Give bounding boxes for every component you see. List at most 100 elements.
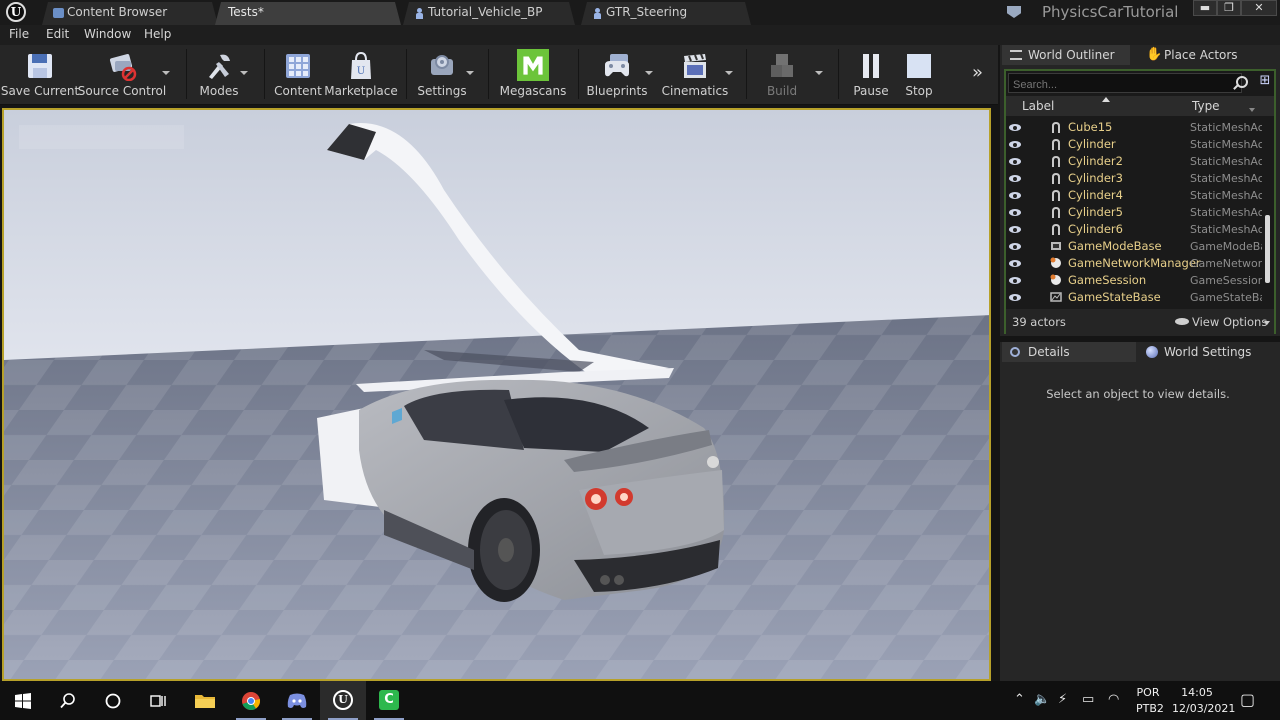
- stop-button[interactable]: Stop: [900, 45, 938, 103]
- megascans-label: Megascans: [499, 84, 567, 98]
- maximize-button[interactable]: ❐: [1217, 0, 1241, 16]
- display-icon[interactable]: ▭: [1082, 692, 1094, 707]
- tab-tutorial-vehicle-bp[interactable]: Tutorial_Vehicle_BP: [403, 2, 575, 25]
- details-label: Details: [1028, 345, 1070, 359]
- build-dropdown[interactable]: [815, 71, 823, 75]
- tab-place-actors[interactable]: ✋ Place Actors: [1138, 45, 1268, 65]
- cinematics-dropdown[interactable]: [725, 71, 733, 75]
- modes-dropdown[interactable]: [240, 71, 248, 75]
- list-item[interactable]: Cylinder4 StaticMeshAc: [1006, 187, 1274, 204]
- actor-type: GameNetwork: [1190, 257, 1262, 270]
- place-actors-label: Place Actors: [1164, 48, 1238, 62]
- list-item[interactable]: Cylinder StaticMeshAc: [1006, 136, 1274, 153]
- settings-button[interactable]: Settings: [417, 45, 467, 103]
- list-item[interactable]: Cube15 StaticMeshAc: [1006, 119, 1274, 136]
- visibility-eye-icon[interactable]: [1009, 294, 1021, 301]
- marketplace-button[interactable]: U Marketplace: [324, 45, 398, 103]
- network-icon[interactable]: ◠: [1108, 692, 1119, 707]
- level-viewport[interactable]: [2, 108, 991, 681]
- megascans-button[interactable]: Megascans: [500, 45, 566, 103]
- source-control-dropdown[interactable]: [162, 71, 170, 75]
- toolbar-separator: [578, 49, 579, 99]
- blueprints-button[interactable]: Blueprints: [586, 45, 648, 103]
- visibility-eye-icon[interactable]: [1009, 260, 1021, 267]
- settings-dropdown[interactable]: [466, 71, 474, 75]
- tab-world-outliner[interactable]: World Outliner: [1002, 45, 1130, 65]
- actor-count: 39 actors: [1012, 315, 1066, 329]
- tab-gtr-steering[interactable]: GTR_Steering: [581, 2, 751, 25]
- static-mesh-icon: [1052, 224, 1060, 235]
- menu-edit[interactable]: Edit: [46, 27, 69, 41]
- visibility-eye-icon[interactable]: [1009, 175, 1021, 182]
- cinematics-button[interactable]: Cinematics: [662, 45, 728, 103]
- visibility-eye-icon[interactable]: [1009, 277, 1021, 284]
- list-item[interactable]: GameNetworkManager GameNetwork: [1006, 255, 1274, 272]
- clock[interactable]: 14:05 12/03/2021: [1172, 685, 1235, 717]
- column-label-header[interactable]: Label: [1022, 99, 1054, 113]
- save-current-button[interactable]: Save Current: [1, 45, 79, 103]
- toolbar-separator: [488, 49, 489, 99]
- build-button[interactable]: Build: [762, 45, 802, 103]
- list-item[interactable]: Cylinder6 StaticMeshAc: [1006, 221, 1274, 238]
- search-icon[interactable]: [45, 681, 91, 720]
- add-filter-icon[interactable]: ⊞: [1258, 74, 1272, 88]
- camtasia-icon[interactable]: C: [366, 681, 412, 720]
- outliner-search-input[interactable]: [1008, 73, 1242, 93]
- project-name: PhysicsCarTutorial: [1042, 3, 1179, 21]
- column-type-header[interactable]: Type: [1192, 99, 1220, 113]
- modes-button[interactable]: Modes: [198, 45, 240, 103]
- content-button[interactable]: Content: [274, 45, 322, 103]
- menu-window[interactable]: Window: [84, 27, 131, 41]
- visibility-eye-icon[interactable]: [1009, 209, 1021, 216]
- notifications-icon[interactable]: ▢: [1240, 690, 1255, 709]
- visibility-eye-icon[interactable]: [1009, 124, 1021, 131]
- power-icon[interactable]: ⚡: [1058, 692, 1067, 707]
- menu-help[interactable]: Help: [144, 27, 171, 41]
- actor-name: Cylinder6: [1068, 222, 1123, 236]
- visibility-eye-icon[interactable]: [1009, 158, 1021, 165]
- menu-file[interactable]: File: [9, 27, 29, 41]
- unreal-logo-icon[interactable]: U: [6, 2, 26, 22]
- minimize-button[interactable]: ▬: [1193, 0, 1217, 16]
- volume-icon[interactable]: 🔈: [1034, 692, 1050, 707]
- blueprint-person-icon: [592, 8, 603, 18]
- tab-world-settings[interactable]: World Settings: [1138, 342, 1274, 362]
- visibility-eye-icon[interactable]: [1009, 226, 1021, 233]
- list-item[interactable]: Cylinder5 StaticMeshAc: [1006, 204, 1274, 221]
- file-explorer-icon[interactable]: [182, 681, 228, 720]
- pause-button[interactable]: Pause: [852, 45, 890, 103]
- windows-start-icon[interactable]: [0, 681, 46, 720]
- source-control-button[interactable]: Source Control: [78, 45, 166, 103]
- visibility-eye-icon[interactable]: [1009, 192, 1021, 199]
- tab-label: Content Browser: [67, 5, 168, 19]
- chevron-down-icon: [1264, 321, 1270, 325]
- unreal-engine-icon[interactable]: U: [320, 681, 366, 720]
- list-item[interactable]: GameModeBase GameModeBa: [1006, 238, 1274, 255]
- chrome-icon[interactable]: [228, 681, 274, 720]
- visibility-eye-icon[interactable]: [1009, 243, 1021, 250]
- close-button[interactable]: ✕: [1241, 0, 1277, 16]
- toolbar-overflow-button[interactable]: »: [972, 62, 983, 83]
- view-options-button[interactable]: View Options: [1192, 315, 1267, 329]
- list-item[interactable]: Cylinder2 StaticMeshAc: [1006, 153, 1274, 170]
- tab-tests[interactable]: Tests*: [215, 2, 401, 25]
- column-options-icon[interactable]: [1249, 108, 1255, 112]
- actor-name: Cylinder3: [1068, 171, 1123, 185]
- list-item[interactable]: Cylinder3 StaticMeshAc: [1006, 170, 1274, 187]
- discord-icon[interactable]: [274, 681, 320, 720]
- cortana-icon[interactable]: [90, 681, 136, 720]
- task-view-icon[interactable]: [135, 681, 181, 720]
- blueprints-dropdown[interactable]: [645, 71, 653, 75]
- source-control-icon: [109, 54, 137, 81]
- language-indicator[interactable]: POR PTB2: [1136, 685, 1164, 717]
- tab-details[interactable]: Details: [1002, 342, 1136, 362]
- chevron-up-icon[interactable]: ⌃: [1014, 692, 1025, 707]
- list-item[interactable]: GameSession GameSession: [1006, 272, 1274, 289]
- content-grid-icon: [286, 54, 310, 78]
- language-code: POR: [1136, 686, 1160, 699]
- visibility-eye-icon[interactable]: [1009, 141, 1021, 148]
- outliner-scrollbar[interactable]: [1265, 215, 1270, 283]
- list-item[interactable]: GameStateBase GameStateBa: [1006, 289, 1274, 306]
- tab-content-browser[interactable]: Content Browser: [42, 2, 218, 25]
- game-state-icon: [1050, 292, 1062, 302]
